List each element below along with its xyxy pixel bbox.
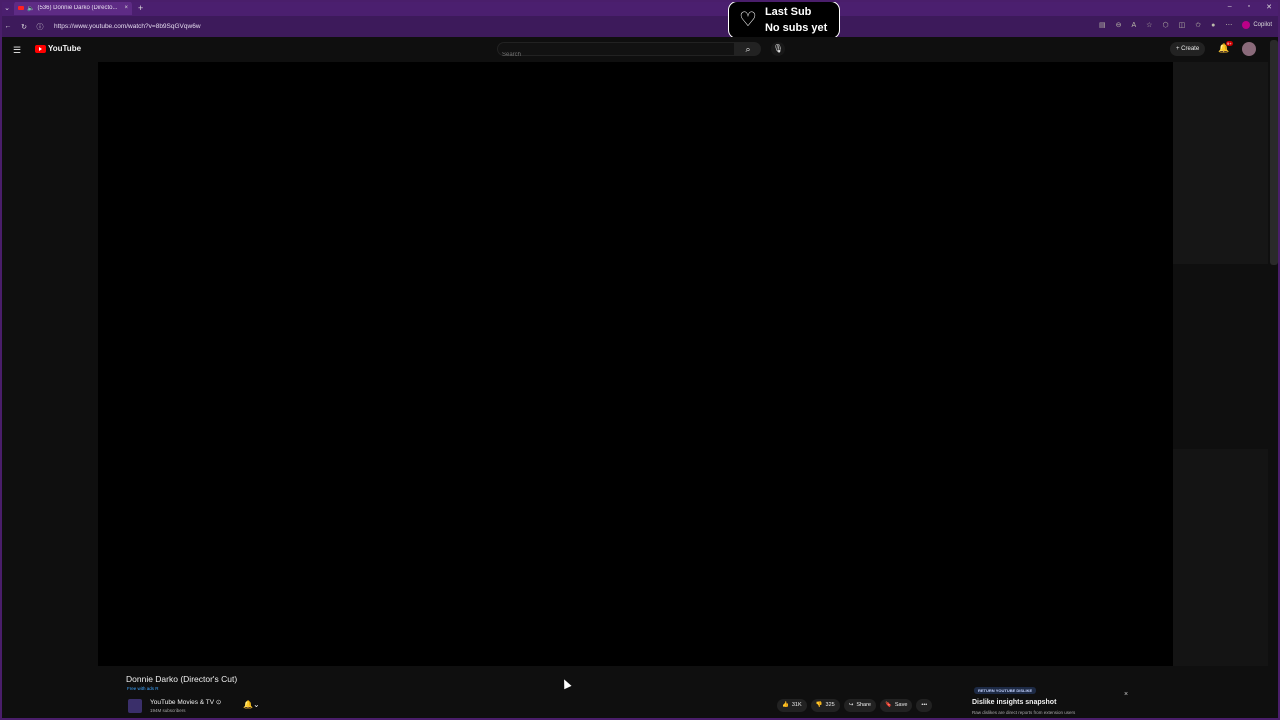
browser-tab[interactable]: 🔈 (536) Donnie Darko (Directo... × — [14, 1, 132, 15]
share-button[interactable]: ↪ Share — [843, 699, 876, 712]
thumbs-up-icon: 👍 — [782, 702, 789, 708]
maximize-button[interactable]: ▫ — [1248, 3, 1250, 11]
favorites-icon[interactable]: ✩ — [1195, 21, 1201, 29]
video-player[interactable] — [98, 62, 1173, 666]
close-window-button[interactable]: ✕ — [1266, 3, 1272, 11]
dislike-card-title: Dislike insights snapshot — [972, 699, 1057, 706]
overlay-title: Last Sub — [764, 6, 812, 18]
youtube-favicon-icon — [18, 6, 24, 10]
youtube-logo[interactable]: YouTube — [35, 44, 81, 53]
browser-tab-bar: ⌄ 🔈 (536) Donnie Darko (Directo... × + –… — [0, 0, 1280, 16]
youtube-header: ☰ YouTube ⌕ 🎙 + Create 🔔 9+ — [0, 37, 1280, 62]
back-icon[interactable]: ← — [0, 23, 16, 30]
favorite-icon[interactable]: ☆ — [1146, 21, 1152, 29]
new-tab-button[interactable]: + — [138, 3, 143, 13]
youtube-logo-text: YouTube — [48, 44, 82, 53]
create-button[interactable]: + Create — [1170, 42, 1206, 56]
reload-icon[interactable]: ↻ — [16, 23, 32, 31]
tab-list-chevron-icon[interactable]: ⌄ — [0, 4, 14, 12]
minimize-button[interactable]: – — [1228, 3, 1232, 11]
window-controls: – ▫ ✕ — [1228, 3, 1272, 11]
info-icon[interactable]: ⓘ — [32, 22, 48, 32]
reader-icon[interactable]: ▤ — [1099, 21, 1106, 29]
save-button[interactable]: 🔖 Save — [880, 699, 913, 712]
more-actions-button[interactable]: ••• — [916, 699, 933, 712]
extensions-icon[interactable]: ⬡ — [1162, 21, 1168, 29]
video-actions: 👍 31K 👎 325 ↪ Share 🔖 Save ••• — [777, 699, 933, 712]
free-with-ads-label: Free with ads R — [127, 686, 159, 691]
like-button[interactable]: 👍 31K — [777, 699, 807, 712]
channel-name[interactable]: YouTube Movies & TV ⊙ — [150, 698, 221, 706]
dislike-insights-card: RETURN YOUTUBE DISLIKE × Dislike insight… — [966, 682, 1138, 720]
share-label: Share — [856, 702, 871, 708]
address-bar-row: ← ↻ ⓘ https://www.youtube.com/watch?v=8b… — [0, 16, 1280, 37]
video-title: Donnie Darko (Director's Cut) — [126, 674, 238, 684]
bookmark-icon: 🔖 — [885, 702, 892, 708]
copilot-label: Copilot — [1253, 22, 1272, 28]
dislike-count: 325 — [825, 702, 835, 708]
tab-title: (536) Donnie Darko (Directo... — [37, 5, 118, 11]
search-input[interactable] — [498, 49, 726, 61]
search-box — [497, 42, 735, 61]
mouse-cursor-icon — [560, 677, 572, 690]
read-aloud-icon[interactable]: A — [1132, 22, 1137, 29]
menu-icon[interactable]: ⋯ — [1225, 21, 1232, 29]
dislike-button[interactable]: 👎 325 — [810, 699, 840, 712]
toolbar-icons: ▤ ⊖ A ☆ ⬡ ◫ ✩ ● ⋯ Copilot — [1099, 21, 1272, 29]
sidebar-panel-bottom — [1173, 449, 1268, 666]
zoom-icon[interactable]: ⊖ — [1116, 21, 1122, 29]
scrollbar[interactable] — [1270, 40, 1278, 265]
tab-close-icon[interactable]: × — [124, 5, 128, 11]
split-icon[interactable]: ◫ — [1179, 21, 1186, 29]
overlay-status: No subs yet — [764, 22, 828, 34]
subscriber-count: 194M subscribers — [150, 708, 186, 713]
close-icon[interactable]: × — [1124, 691, 1128, 698]
extension-badge: RETURN YOUTUBE DISLIKE — [974, 687, 1037, 694]
profile-icon[interactable]: ● — [1211, 22, 1215, 29]
like-count: 31K — [791, 702, 802, 708]
youtube-play-icon — [35, 44, 46, 53]
sidebar-panel-top — [1173, 62, 1268, 264]
share-icon: ↪ — [848, 702, 854, 708]
url-field[interactable]: https://www.youtube.com/watch?v=8b9SqGVq… — [54, 23, 201, 30]
microphone-icon[interactable]: 🎙 — [771, 42, 785, 56]
mute-icon[interactable]: 🔈 — [27, 5, 34, 12]
copilot-icon — [1242, 21, 1251, 29]
last-sub-overlay: ♡ Last Sub No subs yet — [728, 1, 840, 39]
save-label: Save — [894, 702, 908, 708]
channel-avatar[interactable] — [128, 699, 142, 713]
copilot-button[interactable]: Copilot — [1242, 21, 1272, 29]
subscription-bell-icon[interactable]: 🔔⌄ — [243, 700, 260, 709]
dislike-card-subtitle: Raw dislikes are direct reports from ext… — [972, 710, 1076, 715]
notification-count-badge: 9+ — [1226, 41, 1233, 46]
hamburger-menu-icon[interactable]: ☰ — [13, 45, 21, 56]
account-avatar[interactable] — [1242, 42, 1256, 56]
heart-icon: ♡ — [739, 9, 757, 31]
thumbs-down-icon: 👎 — [815, 702, 823, 708]
search-icon[interactable]: ⌕ — [735, 42, 761, 56]
